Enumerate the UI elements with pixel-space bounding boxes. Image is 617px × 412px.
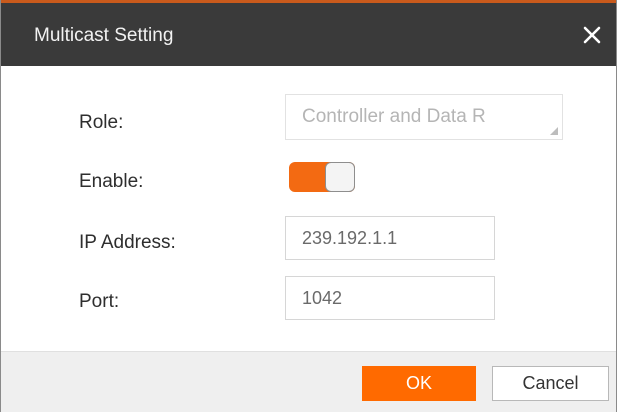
dialog-title: Multicast Setting bbox=[34, 25, 174, 46]
ip-address-input[interactable]: 239.192.1.1 bbox=[285, 216, 495, 260]
role-select-value: Controller and Data R bbox=[302, 106, 486, 127]
enable-label: Enable: bbox=[79, 171, 144, 192]
port-label: Port: bbox=[79, 291, 120, 312]
toggle-knob bbox=[325, 162, 355, 192]
enable-toggle[interactable] bbox=[289, 162, 355, 192]
ok-button[interactable]: OK bbox=[362, 366, 476, 401]
cancel-button[interactable]: Cancel bbox=[492, 366, 609, 401]
close-icon[interactable] bbox=[580, 23, 604, 47]
multicast-setting-dialog: Multicast Setting Role: Controller and D… bbox=[0, 0, 617, 412]
dialog-titlebar: Multicast Setting bbox=[1, 3, 616, 66]
dropdown-corner-icon bbox=[550, 127, 558, 135]
dialog-footer: OK Cancel bbox=[1, 351, 616, 412]
role-label: Role: bbox=[79, 112, 124, 133]
port-input[interactable]: 1042 bbox=[285, 276, 495, 320]
dialog-body: Role: Controller and Data R Enable: IP A… bbox=[1, 66, 616, 351]
ip-address-label: IP Address: bbox=[79, 232, 176, 253]
role-select[interactable]: Controller and Data R bbox=[285, 94, 563, 140]
